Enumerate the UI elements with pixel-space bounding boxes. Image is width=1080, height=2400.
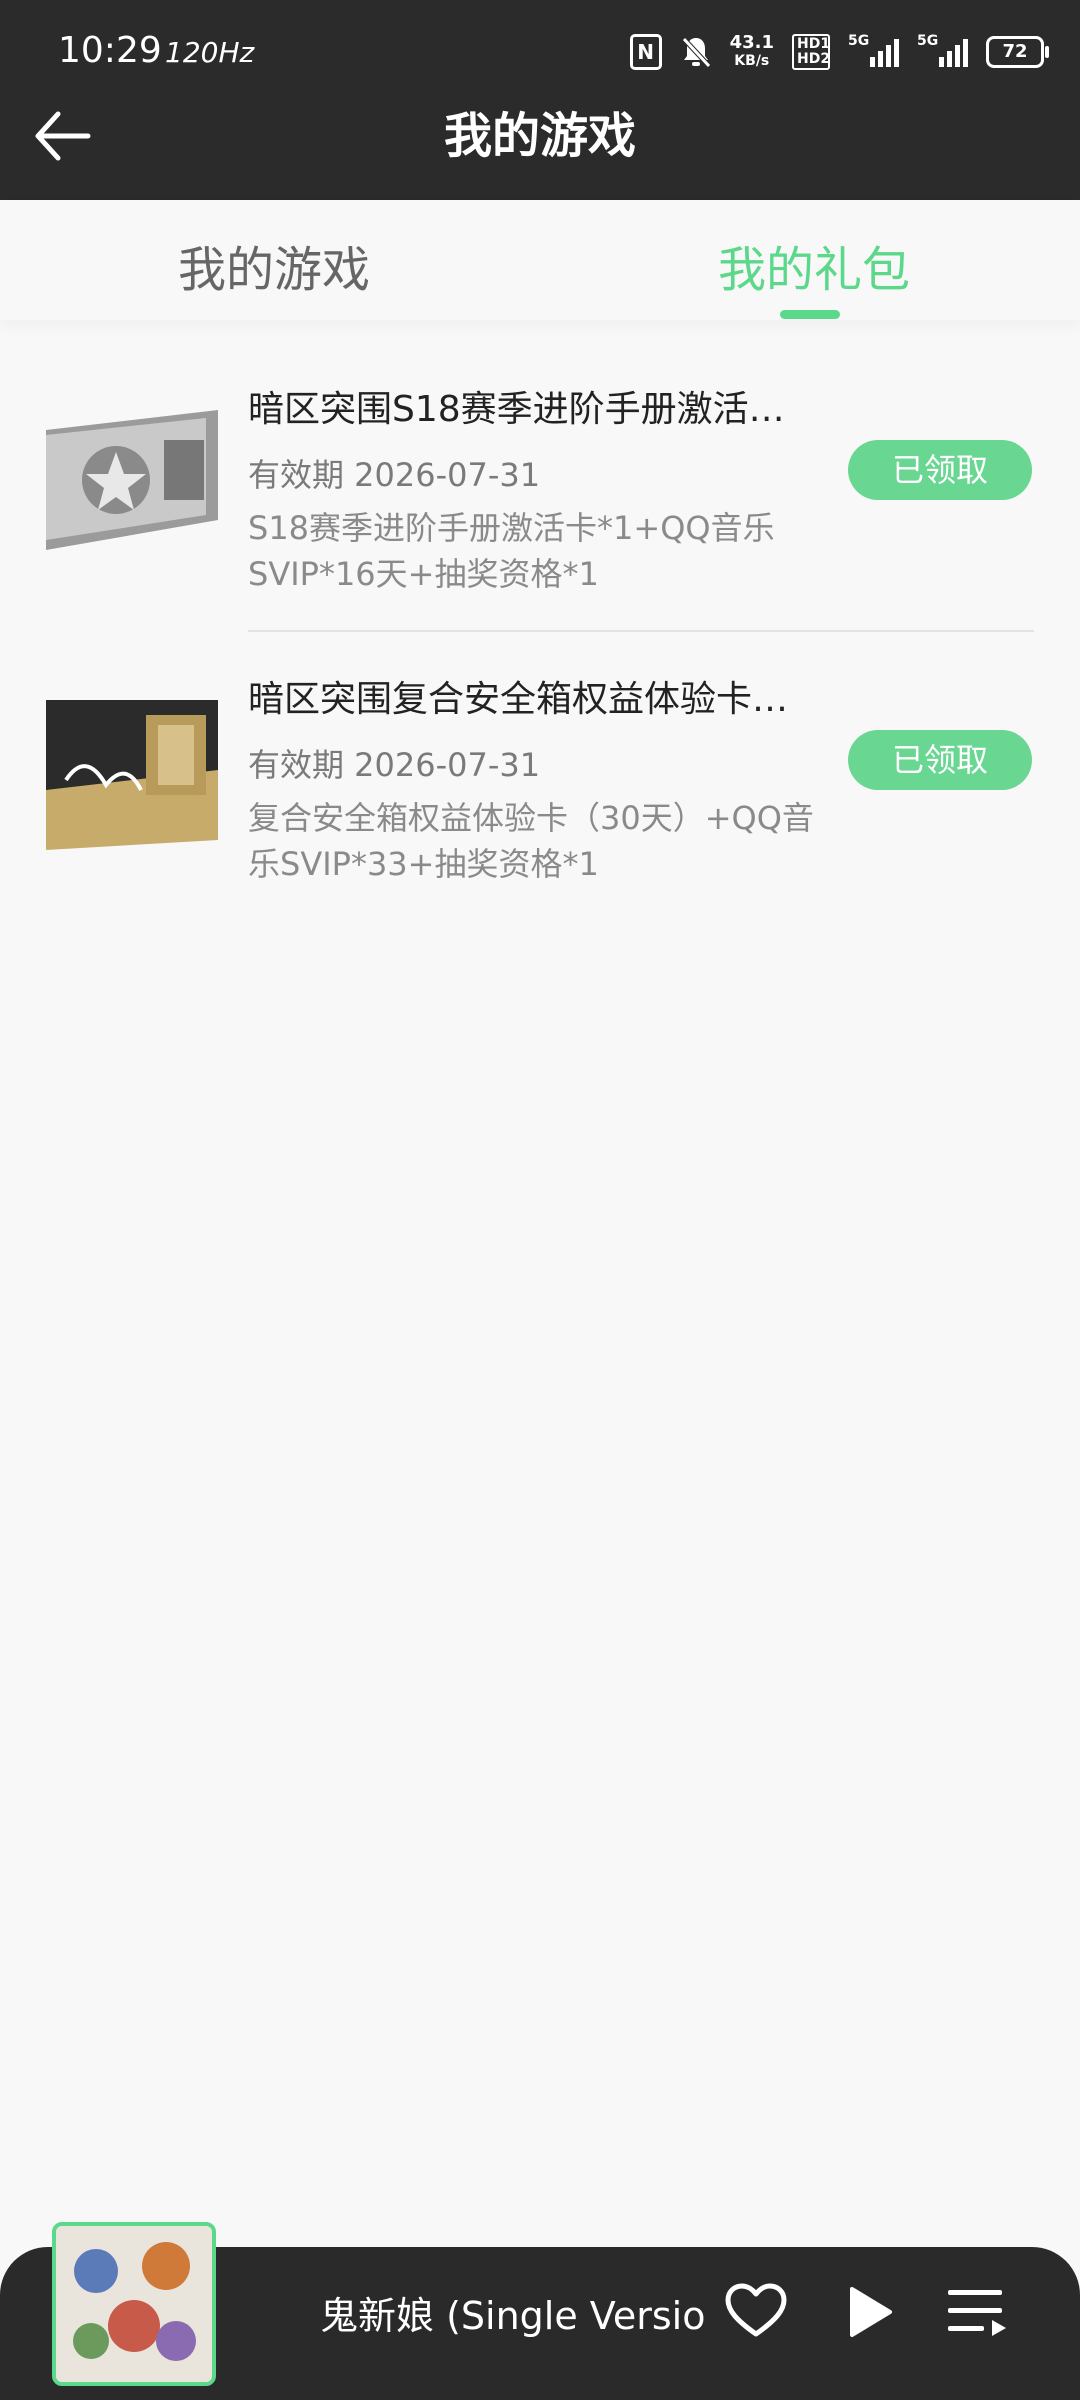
net-speed: 43.1 KB/s [730, 34, 774, 70]
gift-title: 暗区突围S18赛季进阶手册激活… [248, 389, 785, 430]
top-bar: 10:29 120Hz N 43.1 KB/s HD1 HD2 5G 5G 72… [0, 0, 1080, 200]
net-speed-value: 43.1 [729, 32, 774, 53]
gift-validity: 有效期 2026-07-31 [248, 746, 541, 784]
net-speed-unit: KB/s [734, 53, 770, 69]
signal-icon-sim1: 5G [848, 33, 899, 67]
tab-my-gifts[interactable]: 我的礼包 [718, 230, 910, 300]
heart-icon[interactable] [724, 2282, 788, 2340]
mute-bell-icon [681, 37, 711, 68]
gift-thumbnail-image [46, 690, 218, 854]
album-cover-image[interactable] [52, 2222, 216, 2386]
claimed-status-button[interactable]: 已领取 [848, 440, 1032, 500]
gift-description: 复合安全箱权益体验卡（30天）+QQ音乐SVIP*33+抽奖资格*1 [248, 799, 814, 883]
sim1-label: 5G [848, 33, 870, 49]
active-tab-indicator [780, 310, 840, 319]
status-bar: 10:29 120Hz N 43.1 KB/s HD1 HD2 5G 5G 72 [0, 0, 1080, 100]
tab-my-games[interactable]: 我的游戏 [178, 230, 370, 300]
sim2-label: 5G [917, 33, 939, 49]
tab-bar: 我的游戏 我的礼包 [0, 200, 1080, 320]
status-icons: N 43.1 KB/s HD1 HD2 5G 5G 72 [629, 28, 1049, 76]
claimed-status-button[interactable]: 已领取 [848, 730, 1032, 790]
playlist-icon[interactable] [946, 2286, 1008, 2338]
signal-icon-sim2: 5G [917, 33, 968, 67]
gift-validity: 有效期 2026-07-31 [248, 456, 541, 494]
status-time: 10:29 [58, 30, 162, 71]
gift-thumbnail-image [46, 400, 218, 564]
gift-description: S18赛季进阶手册激活卡*1+QQ音乐SVIP*16天+抽奖资格*1 [248, 509, 775, 593]
hd-icon: HD1 HD2 [792, 34, 830, 70]
battery-icon: 72 [986, 36, 1049, 68]
gift-item[interactable]: 暗区突围S18赛季进阶手册激活… 有效期 2026-07-31 S18赛季进阶手… [0, 360, 1080, 640]
now-playing-title[interactable]: 鬼新娘 (Single Versio [320, 2285, 705, 2340]
nfc-icon: N [629, 34, 662, 70]
gift-title: 暗区突围复合安全箱权益体验卡… [248, 679, 789, 720]
divider [248, 630, 1034, 632]
play-icon[interactable] [846, 2285, 894, 2339]
page-title: 我的游戏 [443, 108, 636, 164]
refresh-rate: 120Hz [165, 36, 255, 69]
gift-item[interactable]: 暗区突围复合安全箱权益体验卡… 有效期 2026-07-31 复合安全箱权益体验… [0, 650, 1080, 930]
